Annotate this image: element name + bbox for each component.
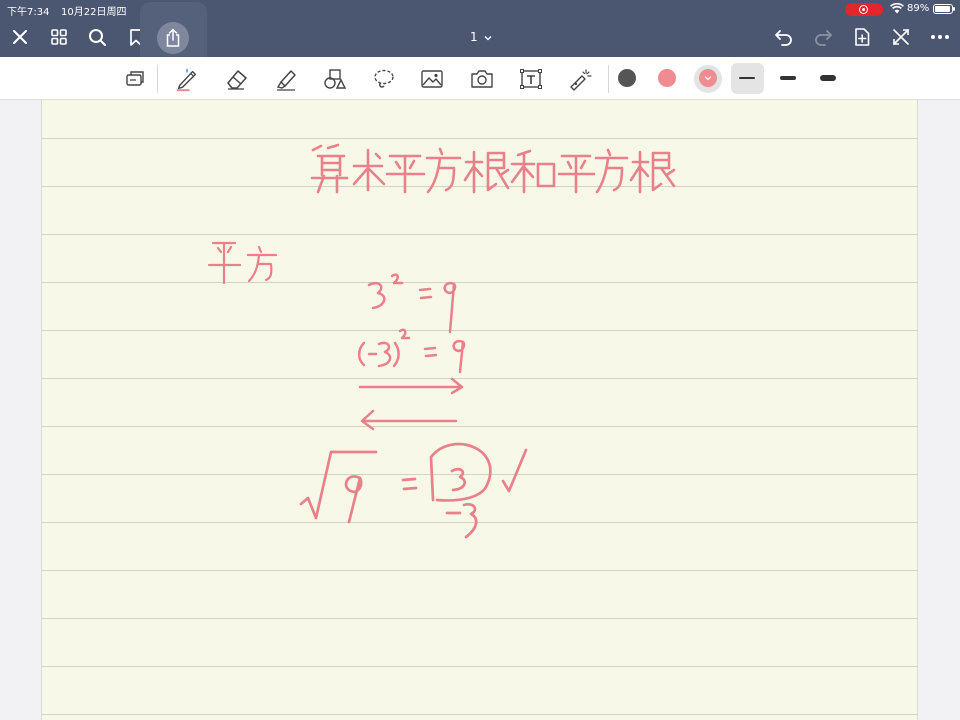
stroke-width-thin[interactable] — [739, 77, 755, 79]
redo-button[interactable] — [810, 24, 836, 50]
top-navigation-bar: 下午7:34 10月22日周四 89% 1 — [0, 0, 960, 66]
page-number: 1 — [470, 30, 478, 44]
highlighter-tool[interactable] — [273, 66, 299, 92]
handwritten-equation-2 — [357, 328, 466, 374]
shape-recognition-icon — [126, 71, 144, 86]
laser-pointer-tool[interactable] — [567, 66, 593, 92]
note-page[interactable] — [41, 100, 918, 720]
status-time: 下午7:34 — [7, 7, 50, 18]
lasso-tool[interactable] — [371, 66, 397, 92]
text-box-tool[interactable] — [518, 66, 544, 92]
handwritten-side-label — [207, 241, 278, 285]
page-selector[interactable]: 1 — [470, 30, 492, 44]
shapes-icon — [324, 69, 347, 89]
color-swatch-pink[interactable] — [658, 69, 676, 87]
pen-icon — [176, 68, 197, 92]
text-box-icon — [520, 69, 542, 89]
undo-button[interactable] — [771, 24, 797, 50]
screen-record-icon — [845, 3, 883, 16]
chevron-down-icon — [485, 36, 492, 41]
handwritten-arrows — [358, 377, 464, 431]
laser-pointer-icon — [570, 69, 592, 91]
battery-percent: 89% — [907, 3, 930, 14]
drawing-toolbar — [0, 57, 960, 100]
toolbar-divider — [608, 65, 609, 93]
chevron-down-icon — [704, 76, 712, 81]
undo-icon — [775, 30, 792, 46]
share-icon — [166, 28, 180, 47]
collapse-toolbar-button[interactable] — [888, 24, 914, 50]
shape-recognition-tool[interactable] — [122, 66, 148, 92]
highlighter-icon — [276, 70, 296, 91]
camera-tool[interactable] — [469, 66, 495, 92]
battery-icon — [933, 4, 955, 14]
note-canvas[interactable] — [0, 100, 960, 720]
wifi-icon — [890, 3, 904, 14]
shapes-tool[interactable] — [322, 66, 348, 92]
handwritten-title — [310, 143, 676, 194]
stroke-width-medium[interactable] — [780, 76, 796, 80]
handwritten-equation-3 — [299, 442, 528, 539]
close-button[interactable] — [7, 24, 33, 50]
image-icon — [421, 70, 443, 88]
search-button[interactable] — [84, 24, 110, 50]
stroke-width-thick[interactable] — [820, 75, 836, 81]
camera-icon — [471, 70, 493, 88]
more-button[interactable] — [927, 24, 953, 50]
add-page-button[interactable] — [849, 24, 875, 50]
add-page-icon — [855, 28, 870, 46]
close-icon — [13, 30, 27, 44]
image-tool[interactable] — [419, 66, 445, 92]
more-icon — [931, 35, 949, 39]
share-button-circle — [157, 22, 189, 54]
lasso-icon — [374, 69, 394, 88]
handwriting-layer — [207, 143, 676, 539]
handwritten-equation-1 — [367, 273, 457, 334]
grid-view-icon — [51, 29, 67, 45]
pen-tool[interactable] — [174, 66, 200, 92]
redo-icon — [815, 30, 832, 46]
color-swatch-pink-selected[interactable] — [699, 69, 717, 87]
search-icon — [88, 28, 106, 46]
eraser-icon — [227, 70, 247, 90]
collapse-toolbar-icon — [893, 29, 909, 45]
color-swatch-dark-gray[interactable] — [618, 69, 636, 87]
toolbar-divider — [157, 65, 158, 93]
grid-view-button[interactable] — [46, 24, 72, 50]
eraser-tool[interactable] — [224, 66, 250, 92]
status-date: 10月22日周四 — [61, 7, 127, 18]
